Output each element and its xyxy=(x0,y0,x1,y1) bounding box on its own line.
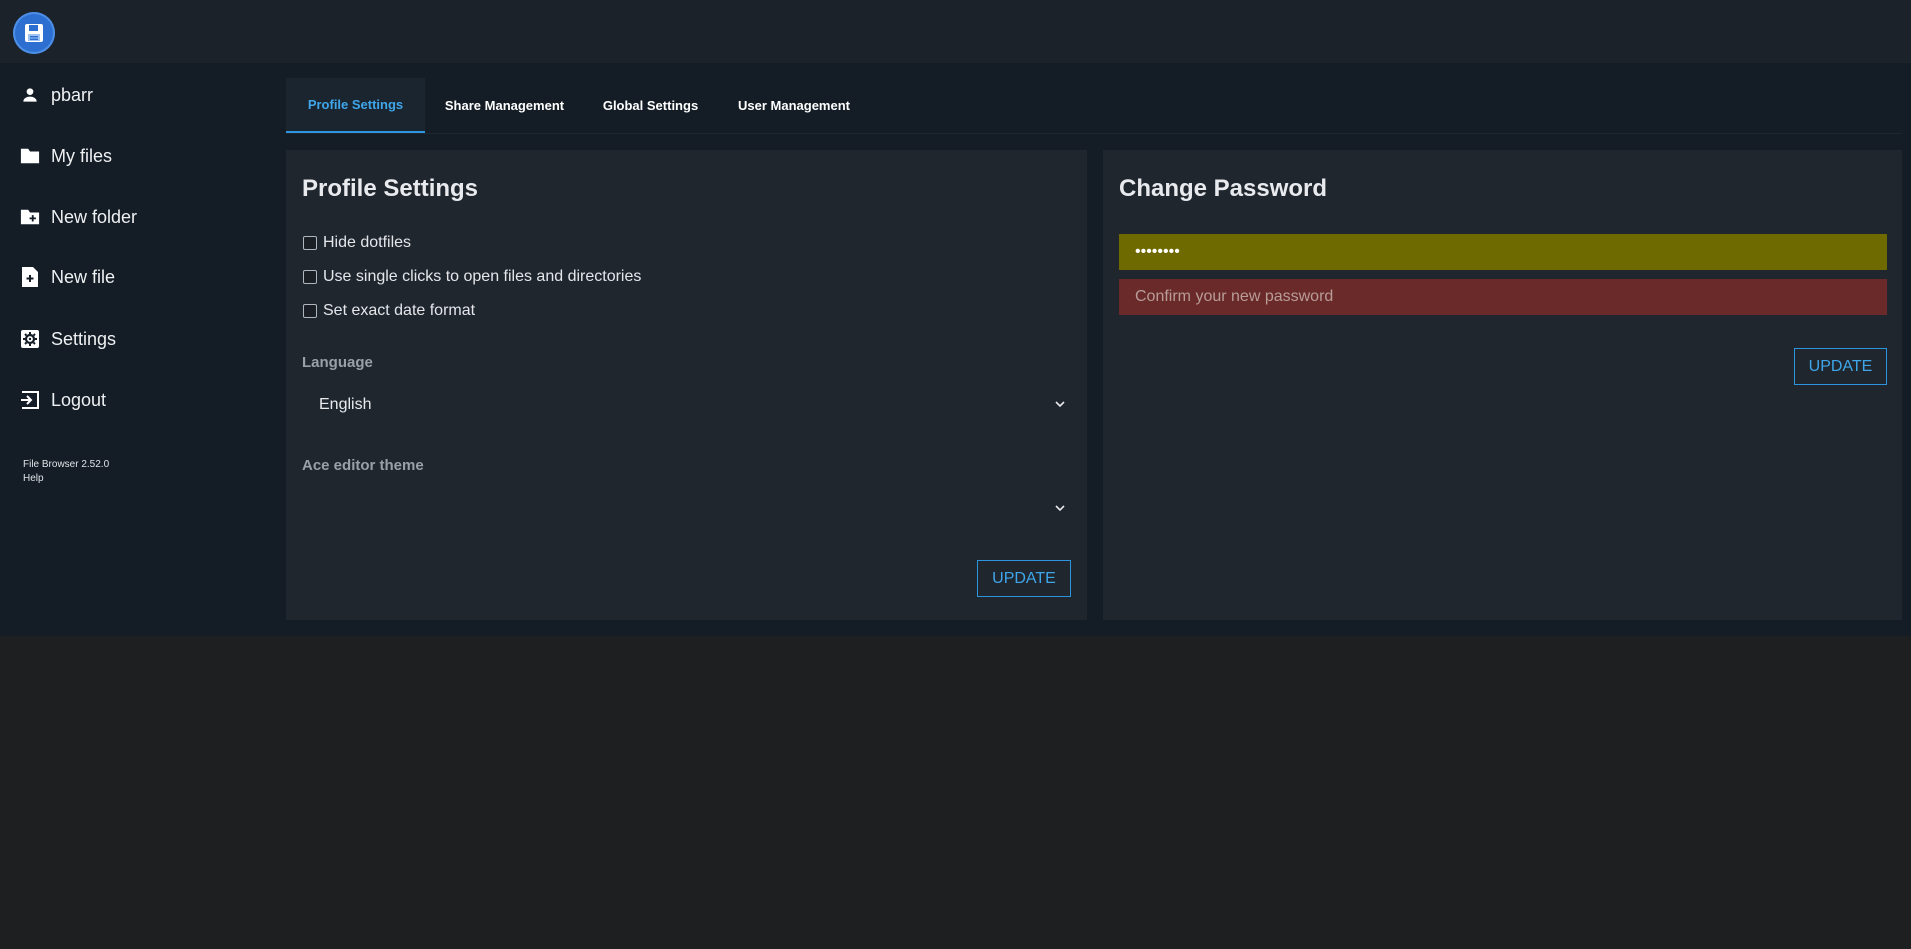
option-label: Hide dotfiles xyxy=(323,234,412,251)
profile-settings-card: Profile Settings Hide dotfiles Use singl… xyxy=(286,150,1087,620)
sidebar-item-label: pbarr xyxy=(51,84,94,105)
change-password-card: Change Password •••••••• Confirm your ne… xyxy=(1103,150,1902,620)
option-label: Set exact date format xyxy=(323,302,476,319)
version-text: File Browser 2.52.0 xyxy=(23,459,110,470)
sidebar-item-label: New folder xyxy=(51,206,138,227)
card-title: Profile Settings xyxy=(302,175,479,202)
single-click-option[interactable]: Use single clicks to open files and dire… xyxy=(302,268,641,286)
ace-theme-label: Ace editor theme xyxy=(302,457,424,474)
language-label: Language xyxy=(302,354,373,371)
new-password-input[interactable]: •••••••• xyxy=(1119,234,1887,270)
sidebar-item-my-files[interactable]: My files xyxy=(0,131,270,181)
sidebar-item-logout[interactable]: Logout xyxy=(0,375,270,425)
sidebar-item-label: New file xyxy=(51,266,116,287)
password-update-button[interactable]: UPDATE xyxy=(1794,348,1887,385)
user-icon xyxy=(19,84,41,106)
tab-global-settings[interactable]: Global Settings xyxy=(584,78,717,133)
exact-date-option[interactable]: Set exact date format xyxy=(302,302,475,320)
sidebar-item-new-folder[interactable]: New folder xyxy=(0,192,270,242)
language-value: English xyxy=(319,396,372,413)
sidebar-item-label: My files xyxy=(51,145,113,166)
sidebar-item-settings[interactable]: Settings xyxy=(0,314,270,364)
chevron-down-icon xyxy=(1054,501,1066,519)
app-root: pbarr My files New folder New file Setti… xyxy=(0,0,1911,636)
hide-dotfiles-option[interactable]: Hide dotfiles xyxy=(302,234,411,252)
sidebar-item-user[interactable]: pbarr xyxy=(0,70,270,120)
new-file-icon xyxy=(19,266,41,288)
floppy-disk-icon[interactable] xyxy=(13,12,55,54)
tab-share-management[interactable]: Share Management xyxy=(425,78,584,133)
tab-user-management[interactable]: User Management xyxy=(717,78,871,133)
settings-icon xyxy=(19,328,41,350)
new-folder-icon xyxy=(19,206,41,228)
ace-theme-select[interactable] xyxy=(302,490,1072,528)
chevron-down-icon xyxy=(1054,397,1066,415)
language-select[interactable]: English xyxy=(302,386,1072,424)
card-title: Change Password xyxy=(1119,175,1328,202)
option-label: Use single clicks to open files and dire… xyxy=(323,268,642,285)
confirm-password-input[interactable]: Confirm your new password xyxy=(1119,279,1887,315)
top-bar xyxy=(0,0,1911,63)
settings-tabs: Profile Settings Share Management Global… xyxy=(286,78,1902,134)
folder-icon xyxy=(19,145,41,167)
exact-date-checkbox[interactable] xyxy=(303,304,317,318)
sidebar-item-new-file[interactable]: New file xyxy=(0,252,270,302)
hide-dotfiles-checkbox[interactable] xyxy=(303,236,317,250)
single-click-checkbox[interactable] xyxy=(303,270,317,284)
sidebar-item-label: Settings xyxy=(51,328,117,349)
tab-profile-settings[interactable]: Profile Settings xyxy=(286,78,425,133)
profile-update-button[interactable]: UPDATE xyxy=(977,560,1071,597)
logout-icon xyxy=(19,389,41,411)
sidebar: pbarr My files New folder New file Setti… xyxy=(0,63,270,636)
sidebar-item-label: Logout xyxy=(51,389,107,410)
help-link[interactable]: Help xyxy=(23,473,44,484)
